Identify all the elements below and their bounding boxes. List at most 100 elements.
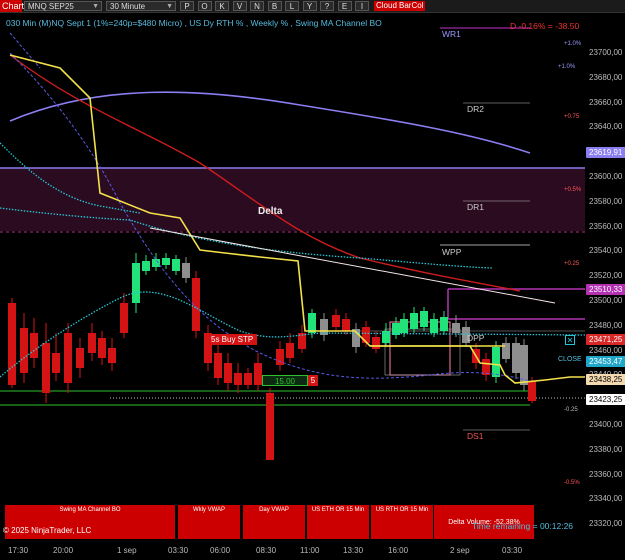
copyright-label: © 2025 NinjaTrader, LLC xyxy=(3,526,92,535)
dr2-label: DR2 xyxy=(467,104,485,114)
candle-body xyxy=(362,327,370,343)
wpp-label: WPP xyxy=(442,247,462,257)
price-tick-label: 23600,00 xyxy=(589,172,623,181)
time-tick-label: 16:00 xyxy=(388,546,409,555)
candle-body xyxy=(528,381,536,401)
dpp-label: DPP xyxy=(467,333,485,343)
candle-body xyxy=(372,337,380,349)
price-tick-label: 23520,00 xyxy=(589,271,623,281)
price-tick-label: 23680,00 xyxy=(589,72,623,82)
toolbar-button-0[interactable]: P xyxy=(180,1,194,11)
candle-body xyxy=(214,353,222,378)
percent-label-6: -0.25 xyxy=(564,407,578,413)
candle-body xyxy=(64,333,72,383)
candle-body xyxy=(20,328,28,373)
toolbar-button-1[interactable]: O xyxy=(197,1,212,11)
candle-body xyxy=(512,343,520,373)
candle-body xyxy=(342,319,350,331)
candle-body xyxy=(120,303,128,333)
chevron-down-icon: ▼ xyxy=(92,3,99,10)
time-tick-label: 03:30 xyxy=(502,546,523,555)
candle-body xyxy=(152,259,160,267)
indicator-panel-4: US RTH OR 15 Min xyxy=(371,505,433,539)
percent-label-2: +1.0% xyxy=(558,64,576,70)
toolbar-button-5[interactable]: B xyxy=(267,1,282,11)
price-tick-label: 23580,00 xyxy=(589,196,623,206)
toolbar-button-2[interactable]: K xyxy=(215,1,229,11)
indicator-header: 030 Min (M)NQ Sept 1 (1%=240p=$480 Micro… xyxy=(6,18,382,28)
weekly-vwap-line xyxy=(9,91,531,154)
time-tick-label: 06:00 xyxy=(210,546,231,555)
instrument-label: MNQ SEP25 xyxy=(28,2,74,11)
candle-body xyxy=(224,363,232,383)
order-count-badge[interactable]: 5 xyxy=(308,375,318,386)
candle-body xyxy=(400,319,408,333)
price-tag: 23619,91 xyxy=(586,147,625,158)
price-tick-label: 23700,00 xyxy=(589,48,623,57)
toolbar-button-7[interactable]: Y xyxy=(302,1,317,11)
dr1-label: DR1 xyxy=(467,202,485,212)
toolbar-button-6[interactable]: L xyxy=(285,1,299,11)
order-quantity-field[interactable]: 15.00 xyxy=(262,375,308,386)
toolbar-button-4[interactable]: N xyxy=(250,1,264,11)
price-tick-label: 23320,00 xyxy=(589,519,623,529)
blue-dashed-ma-top xyxy=(9,32,41,69)
wr1-label: WR1 xyxy=(442,29,461,39)
chart-menu-button[interactable]: Chart xyxy=(0,0,24,12)
price-tick-label: 23560,00 xyxy=(589,221,623,231)
toolbar-button-9[interactable]: E xyxy=(337,1,352,11)
candle-body xyxy=(440,317,448,331)
toolbar-button-3[interactable]: V xyxy=(232,1,247,11)
candle-body xyxy=(182,263,190,278)
candle-body xyxy=(452,323,460,333)
buy-stop-order-marker[interactable]: 5s Buy STP xyxy=(207,334,258,345)
instrument-selector[interactable]: MNQ SEP25 ▼ xyxy=(24,1,102,11)
toolbar-button-8[interactable]: ? xyxy=(320,1,334,11)
candle-body xyxy=(286,343,294,358)
price-tick-label: 23340,00 xyxy=(589,494,623,504)
candle-body xyxy=(276,349,284,365)
indicator-panel-2: Day VWAP xyxy=(243,505,305,539)
close-position-icon[interactable]: ✕ xyxy=(565,335,575,345)
delta-change-label: D -0.16% = -38.50 xyxy=(510,21,580,31)
candle-body xyxy=(52,353,60,373)
candle-body xyxy=(108,348,116,363)
price-chart[interactable] xyxy=(0,13,586,503)
chart-toolbar: Chart MNQ SEP25 ▼ 30 Minute ▼ P O K V N B L Y? E… xyxy=(0,0,625,13)
candle-body xyxy=(98,338,106,358)
candle-body xyxy=(410,313,418,329)
candle-body xyxy=(30,333,38,358)
interval-selector[interactable]: 30 Minute ▼ xyxy=(106,1,176,11)
candle-body xyxy=(420,311,428,327)
time-tick-label: 2 sep xyxy=(450,546,470,555)
candle-body xyxy=(42,343,50,393)
chevron-down-icon: ▼ xyxy=(166,3,173,10)
cloud-button[interactable]: Cloud xyxy=(374,1,399,11)
candle-body xyxy=(266,393,274,460)
candle-body xyxy=(162,258,170,265)
candle-body xyxy=(76,348,84,368)
barcol-button[interactable]: BarCol xyxy=(397,1,426,11)
candle-body xyxy=(244,373,252,385)
time-tick-label: 20:00 xyxy=(53,546,74,555)
price-tick-label: 23640,00 xyxy=(589,122,623,132)
time-tick-label: 11:00 xyxy=(300,546,320,555)
time-tick-label: 03:30 xyxy=(168,546,189,555)
price-tick-label: 23380,00 xyxy=(589,444,623,454)
price-tick-label: 23480,00 xyxy=(589,320,623,330)
percent-label-7: -0.5% xyxy=(564,480,580,486)
time-tick-label: 08:30 xyxy=(256,546,277,555)
indicator-panel-label: US ETH OR 15 Min xyxy=(311,507,365,513)
indicator-panel-label: Day VWAP xyxy=(259,507,289,513)
candle-body xyxy=(8,303,16,385)
percent-label-3: +0.75 xyxy=(564,114,580,120)
time-tick-label: 1 sep xyxy=(117,546,137,555)
price-tick-label: 23500,00 xyxy=(589,296,623,305)
toolbar-button-10[interactable]: I xyxy=(355,1,369,11)
indicator-panel-1: Wkly VWAP xyxy=(178,505,240,539)
percent-label-4: +0.5% xyxy=(564,187,582,193)
price-tick-label: 23660,00 xyxy=(589,97,623,107)
percent-label-1: +1.0% xyxy=(564,41,582,47)
ds1-label: DS1 xyxy=(467,431,484,441)
candlesticks xyxy=(8,253,536,460)
